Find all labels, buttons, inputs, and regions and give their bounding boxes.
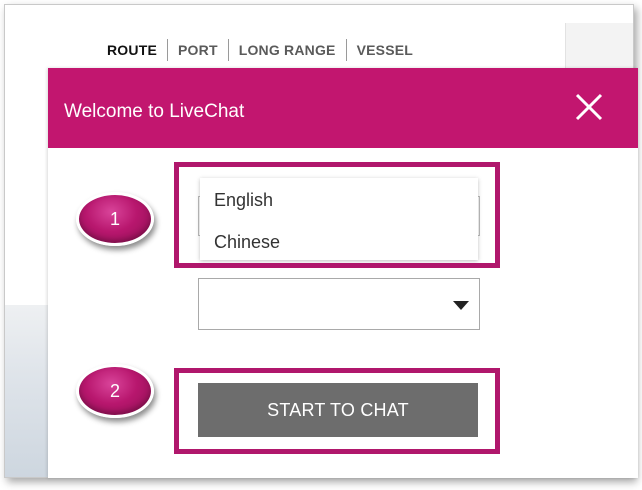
step-badge-1: 1: [76, 192, 154, 246]
top-nav: ROUTE PORT LONG RANGE VESSEL: [105, 39, 423, 61]
nav-item-port[interactable]: PORT: [168, 39, 228, 61]
highlight-box-step-1: [174, 162, 500, 268]
close-icon[interactable]: [574, 92, 604, 122]
nav-item-vessel[interactable]: VESSEL: [347, 39, 423, 61]
caret-down-icon: [453, 301, 469, 310]
step-badge-2: 2: [76, 364, 154, 418]
second-select[interactable]: [198, 278, 480, 330]
nav-item-route[interactable]: ROUTE: [105, 39, 167, 61]
highlight-box-step-2: [174, 368, 500, 454]
dialog-title: Welcome to LiveChat: [64, 101, 245, 122]
nav-item-long-range[interactable]: LONG RANGE: [229, 39, 346, 61]
livechat-dialog: Welcome to LiveChat English Chinese STAR…: [48, 68, 638, 478]
dialog-header: Welcome to LiveChat: [48, 68, 638, 148]
background-image-strip: [5, 305, 53, 477]
